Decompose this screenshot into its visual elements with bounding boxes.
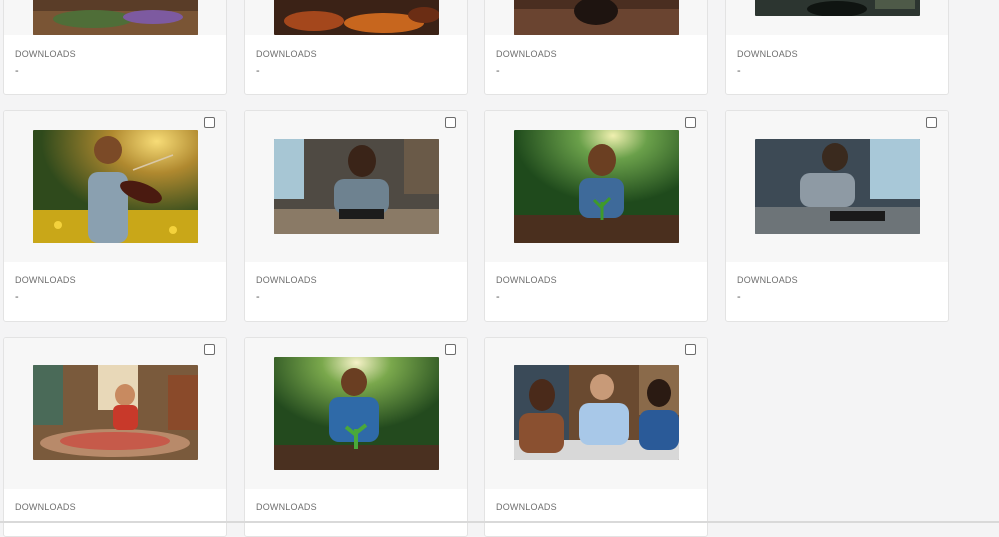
asset-thumbnail[interactable] [33,365,198,460]
thumbnail-area [245,338,467,489]
downloads-label: DOWNLOADS [496,502,557,512]
downloads-value: - [15,65,19,77]
asset-card[interactable]: DOWNLOADS [3,337,227,537]
select-checkbox[interactable] [445,344,456,355]
downloads-label: DOWNLOADS [256,49,317,59]
asset-thumbnail[interactable] [755,139,920,234]
downloads-label: DOWNLOADS [15,502,76,512]
select-checkbox[interactable] [685,344,696,355]
thumbnail-area [726,0,948,35]
asset-thumbnail[interactable] [514,365,679,460]
thumbnail-area [726,111,948,262]
thumbnail-area [485,111,707,262]
downloads-value: - [496,65,500,77]
asset-card[interactable]: DOWNLOADS [244,337,468,537]
asset-card[interactable]: DOWNLOADS [484,337,708,537]
downloads-value: - [737,65,741,77]
asset-card[interactable]: DOWNLOADS - [3,0,227,95]
asset-card[interactable]: DOWNLOADS - [725,110,949,322]
thumbnail-area [4,338,226,489]
downloads-label: DOWNLOADS [496,275,557,285]
asset-thumbnail[interactable] [274,139,439,234]
asset-card[interactable]: DOWNLOADS - [484,0,708,95]
downloads-value: - [256,65,260,77]
asset-card[interactable]: DOWNLOADS - [244,0,468,95]
asset-card[interactable]: DOWNLOADS - [484,110,708,322]
downloads-label: DOWNLOADS [737,275,798,285]
asset-thumbnail[interactable] [274,357,439,470]
thumbnail-area [245,0,467,35]
select-checkbox[interactable] [685,117,696,128]
asset-card[interactable]: DOWNLOADS - [244,110,468,322]
downloads-label: DOWNLOADS [737,49,798,59]
thumbnail-area [4,0,226,35]
downloads-value: - [737,291,741,303]
asset-thumbnail[interactable] [33,0,198,35]
downloads-label: DOWNLOADS [15,49,76,59]
asset-thumbnail[interactable] [274,0,439,35]
select-checkbox[interactable] [204,117,215,128]
thumbnail-area [485,0,707,35]
downloads-label: DOWNLOADS [496,49,557,59]
downloads-value: - [256,291,260,303]
thumbnail-area [4,111,226,262]
downloads-label: DOWNLOADS [256,275,317,285]
downloads-label: DOWNLOADS [256,502,317,512]
select-checkbox[interactable] [926,117,937,128]
thumbnail-area [245,111,467,262]
downloads-label: DOWNLOADS [15,275,76,285]
thumbnail-area [485,338,707,489]
asset-thumbnail[interactable] [514,0,679,35]
asset-card[interactable]: DOWNLOADS - [725,0,949,95]
select-checkbox[interactable] [204,344,215,355]
asset-thumbnail[interactable] [755,0,920,16]
downloads-value: - [15,291,19,303]
asset-thumbnail[interactable] [514,130,679,243]
asset-thumbnail[interactable] [33,130,198,243]
asset-card[interactable]: DOWNLOADS - [3,110,227,322]
downloads-value: - [496,291,500,303]
select-checkbox[interactable] [445,117,456,128]
